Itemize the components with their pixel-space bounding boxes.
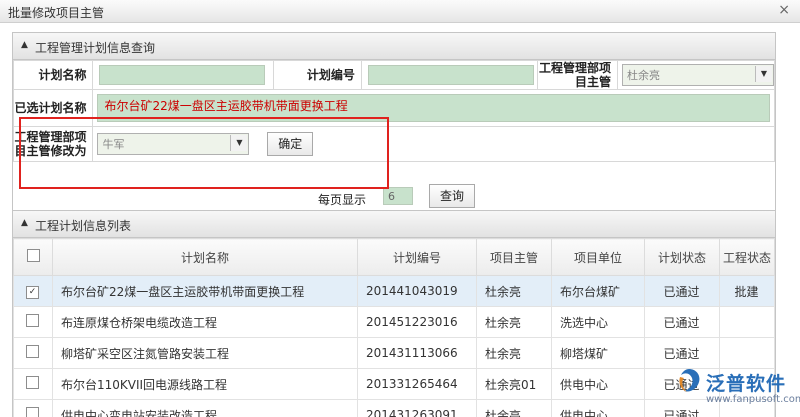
query-panel: ▲ 工程管理计划信息查询 计划名称 计划编号 工程管理部项目主管 杜余亮 ▼ 已… [12,32,776,216]
query-panel-header[interactable]: ▲ 工程管理计划信息查询 [13,33,775,60]
row-plan-status: 已通过 [645,307,720,338]
chevron-down-icon[interactable]: ▼ [230,135,247,151]
row-checkbox[interactable]: ✓ [26,286,39,299]
row-plan-code: 201441043019 [358,276,477,307]
query-panel-title: 工程管理计划信息查询 [35,39,155,56]
col-plan-name[interactable]: 计划名称 [53,239,358,276]
row-plan-code: 201331265464 [358,369,477,400]
row-unit: 柳塔煤矿 [552,338,645,369]
col-unit[interactable]: 项目单位 [552,239,645,276]
change-to-value: 牛军 [98,136,124,152]
close-icon[interactable]: × [778,2,790,18]
row-manager: 杜余亮 [477,400,552,417]
row-unit: 供电中心 [552,400,645,417]
row-checkbox[interactable] [26,314,39,327]
dept-manager-value: 杜余亮 [623,67,660,83]
plan-code-label: 计划编号 [273,61,361,90]
selected-plan-field[interactable]: 布尔台矿22煤一盘区主运胶带机带面更换工程 [97,94,770,122]
collapse-triangle-icon[interactable]: ▲ [21,40,28,50]
plan-code-input[interactable] [368,65,534,85]
row-plan-name: 布尔台矿22煤一盘区主运胶带机带面更换工程 [53,276,358,307]
confirm-button[interactable]: 确定 [267,132,313,156]
brand-logo-icon [676,367,702,395]
list-panel: ▲ 工程计划信息列表 计划名称 计划编号 项目主管 项目单位 计划状态 工程状态… [12,210,776,417]
row-checkbox[interactable] [26,376,39,389]
row-project-status [720,307,775,338]
row-plan-status: 已通过 [645,338,720,369]
dept-manager-label: 工程管理部项目主管 [538,61,618,90]
change-to-select[interactable]: 牛军 ▼ [97,133,249,155]
row-unit: 供电中心 [552,369,645,400]
collapse-triangle-icon[interactable]: ▲ [21,218,28,228]
row-plan-code: 201451223016 [358,307,477,338]
row-manager: 杜余亮01 [477,369,552,400]
table-row[interactable]: 布尔台110KVII回电源线路工程 201331265464 杜余亮01 供电中… [14,369,775,400]
per-page-label: 每页显示 [318,191,366,208]
row-checkbox[interactable] [26,345,39,358]
change-to-label: 工程管理部项目主管修改为 [14,127,93,162]
dept-manager-select[interactable]: 杜余亮 ▼ [622,64,774,86]
row-plan-code: 201431113066 [358,338,477,369]
plan-table: 计划名称 计划编号 项目主管 项目单位 计划状态 工程状态 ✓ 布尔台矿22煤一… [13,238,775,417]
select-all-checkbox[interactable] [27,249,40,262]
dialog-content: ▲ 工程管理计划信息查询 计划名称 计划编号 工程管理部项目主管 杜余亮 ▼ 已… [0,23,800,416]
selected-plan-label: 已选计划名称 [14,90,93,127]
row-manager: 杜余亮 [477,276,552,307]
row-plan-name: 布连原煤仓桥架电缆改造工程 [53,307,358,338]
col-project-status[interactable]: 工程状态 [720,239,775,276]
plan-name-label: 计划名称 [14,61,93,90]
col-plan-code[interactable]: 计划编号 [358,239,477,276]
plan-name-input[interactable] [99,65,265,85]
query-form: 计划名称 计划编号 工程管理部项目主管 杜余亮 ▼ 已选计划名称 布尔台矿22煤… [13,60,775,162]
window-title: 批量修改项目主管 [8,4,104,21]
table-row[interactable]: 柳塔矿采空区注氮管路安装工程 201431113066 杜余亮 柳塔煤矿 已通过 [14,338,775,369]
watermark: 泛普软件 www.fanpusoft.com [676,367,800,416]
row-manager: 杜余亮 [477,338,552,369]
table-row[interactable]: 供电中心变电站安装改造工程 201431263091 杜余亮 供电中心 已通过 [14,400,775,417]
select-all-cell [14,239,53,276]
per-page-input[interactable]: 6 [383,187,413,205]
row-manager: 杜余亮 [477,307,552,338]
table-row[interactable]: ✓ 布尔台矿22煤一盘区主运胶带机带面更换工程 201441043019 杜余亮… [14,276,775,307]
chevron-down-icon[interactable]: ▼ [755,66,772,82]
row-plan-name: 布尔台110KVII回电源线路工程 [53,369,358,400]
table-row[interactable]: 布连原煤仓桥架电缆改造工程 201451223016 杜余亮 洗选中心 已通过 [14,307,775,338]
row-unit: 洗选中心 [552,307,645,338]
row-project-status [720,338,775,369]
col-manager[interactable]: 项目主管 [477,239,552,276]
row-unit: 布尔台煤矿 [552,276,645,307]
row-plan-code: 201431263091 [358,400,477,417]
table-header-row: 计划名称 计划编号 项目主管 项目单位 计划状态 工程状态 [14,239,775,276]
row-plan-status: 已通过 [645,276,720,307]
col-plan-status[interactable]: 计划状态 [645,239,720,276]
query-button[interactable]: 查询 [429,184,475,208]
row-plan-name: 供电中心变电站安装改造工程 [53,400,358,417]
list-panel-header[interactable]: ▲ 工程计划信息列表 [13,211,775,238]
window-titlebar: 批量修改项目主管 × [0,0,800,23]
row-project-status: 批建 [720,276,775,307]
brand-name: 泛普软件 [706,369,786,396]
list-panel-title: 工程计划信息列表 [35,217,131,234]
brand-url: www.fanpusoft.com [706,394,800,405]
row-plan-name: 柳塔矿采空区注氮管路安装工程 [53,338,358,369]
